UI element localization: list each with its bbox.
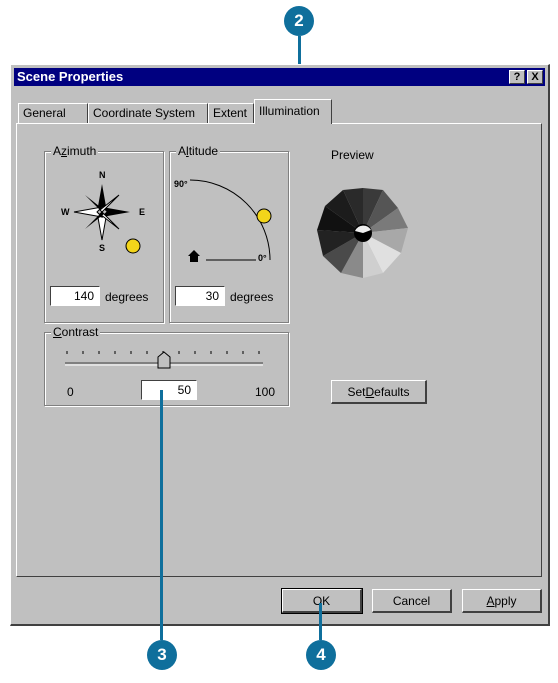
cancel-button[interactable]: Cancel (372, 589, 452, 613)
close-button[interactable]: X (527, 70, 543, 84)
altitude-input[interactable]: 30 (175, 286, 225, 306)
illumination-panel: Azimuth N S W E 140 degrees Altitude 90°… (16, 123, 542, 577)
altitude-90-label: 90° (174, 179, 188, 189)
preview-label: Preview (331, 148, 374, 162)
help-button[interactable]: ? (509, 70, 525, 84)
altitude-0-label: 0° (258, 253, 267, 263)
tab-coordinate-system[interactable]: Coordinate System (88, 103, 208, 123)
azimuth-input[interactable]: 140 (50, 286, 100, 306)
callout-3-leader (160, 390, 163, 640)
contrast-label: Contrast (51, 325, 101, 339)
altitude-unit: degrees (230, 290, 274, 304)
azimuth-group: Azimuth N S W E 140 degrees (44, 144, 164, 323)
callout-4-leader (319, 603, 322, 640)
altitude-arc-icon[interactable] (170, 160, 288, 280)
altitude-label: Altitude (176, 144, 221, 158)
contrast-input[interactable]: 50 (141, 380, 197, 400)
contrast-group: Contrast 0 50 100 (44, 325, 289, 406)
tab-extent[interactable]: Extent (208, 103, 254, 123)
tab-illumination[interactable]: Illumination (254, 99, 332, 124)
altitude-group: Altitude 90° 0° 30 degrees (169, 144, 289, 323)
tab-general[interactable]: General (18, 103, 88, 123)
azimuth-label: Azimuth (51, 144, 99, 158)
azimuth-unit: degrees (105, 290, 149, 304)
ok-button[interactable]: OK (281, 588, 363, 614)
contrast-slider-thumb (157, 351, 171, 369)
preview-image (317, 188, 408, 278)
contrast-slider[interactable] (57, 343, 277, 373)
scene-properties-dialog: Scene Properties ? X General Coordinate … (10, 64, 550, 626)
callout-2: 2 (284, 6, 314, 36)
compass-e: E (139, 207, 146, 217)
callout-4: 4 (306, 640, 336, 670)
compass-n: N (99, 170, 106, 180)
contrast-max-label: 100 (255, 385, 276, 399)
apply-button[interactable]: Apply (462, 589, 542, 613)
callout-3: 3 (147, 640, 177, 670)
title-bar: Scene Properties ? X (14, 68, 545, 86)
set-defaults-button[interactable]: Set Defaults (331, 380, 427, 404)
compass-w: W (61, 207, 70, 217)
dialog-title: Scene Properties (17, 69, 124, 84)
compass-s: S (99, 243, 106, 253)
contrast-min-label: 0 (67, 385, 74, 399)
